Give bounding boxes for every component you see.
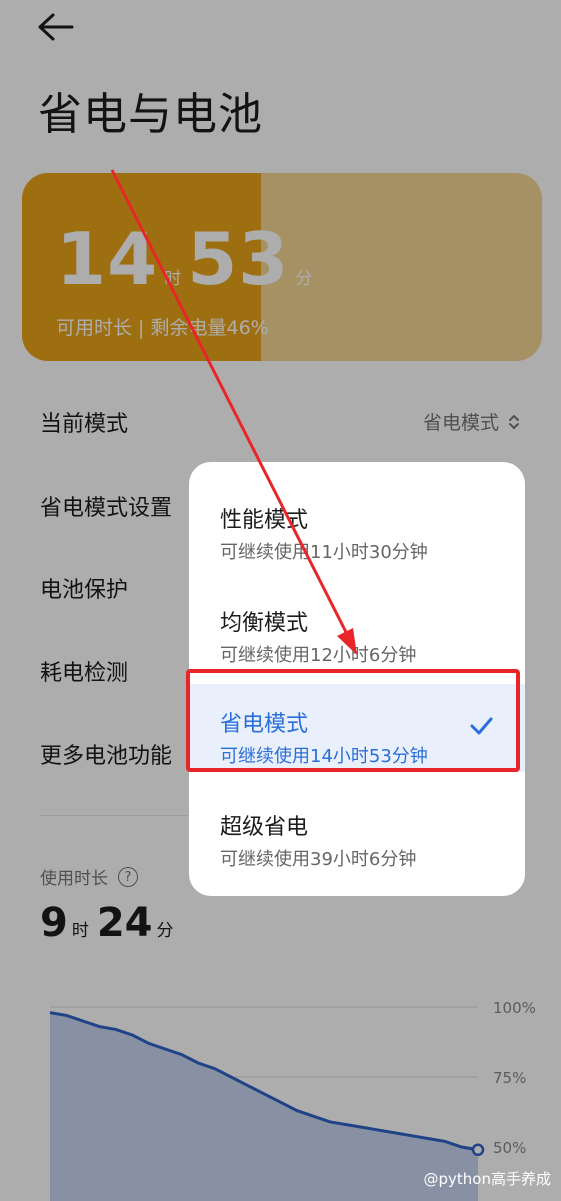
option-name: 性能模式 <box>220 508 309 533</box>
menu-option-balanced-mode[interactable]: 均衡模式 可继续使用12小时6分钟 <box>189 583 525 671</box>
option-description: 可继续使用12小时6分钟 <box>220 645 417 666</box>
annotation-highlight-box <box>186 669 520 772</box>
option-description: 可继续使用11小时30分钟 <box>220 542 428 563</box>
watermark: @python高手养成 <box>423 1170 551 1188</box>
menu-option-super-power-saving[interactable]: 超级省电 可继续使用39小时6分钟 <box>189 787 525 875</box>
option-description: 可继续使用39小时6分钟 <box>220 849 417 870</box>
option-name: 超级省电 <box>220 815 309 840</box>
option-name: 均衡模式 <box>220 611 309 636</box>
menu-option-performance-mode[interactable]: 性能模式 可继续使用11小时30分钟 <box>189 480 525 568</box>
